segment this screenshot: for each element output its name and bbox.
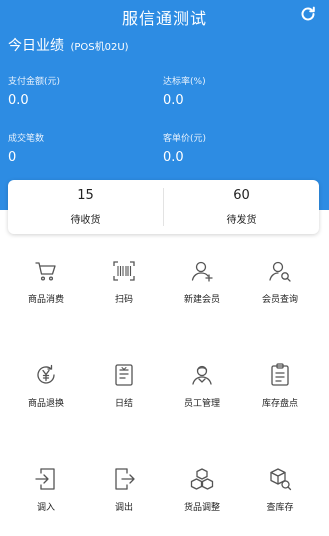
pending-ship-count: 60 <box>233 188 250 203</box>
member-search-icon <box>267 258 293 284</box>
pending-receive-label: 待收货 <box>70 215 101 226</box>
refresh-icon[interactable] <box>299 5 317 23</box>
add-member-icon <box>189 258 215 284</box>
tile-label: 货品调整 <box>183 503 220 513</box>
tile-label: 库存盘点 <box>261 399 298 409</box>
cart-icon <box>33 258 59 284</box>
metric-value-orders: 0 <box>8 150 17 165</box>
page-title: 服信通测试 <box>121 9 207 28</box>
metric-value-payment: 0.0 <box>8 93 29 108</box>
metric-value-avg-price: 0.0 <box>163 150 184 165</box>
tile-transfer-in[interactable]: 调入 <box>6 466 86 536</box>
metric-label-payment: 支付金额(元) <box>8 77 61 87</box>
tile-scan[interactable]: 扫码 <box>84 258 164 328</box>
tile-label: 查库存 <box>266 503 294 513</box>
tile-stock-search[interactable]: 查库存 <box>240 466 320 536</box>
tile-label: 日结 <box>114 399 133 409</box>
metric-label-orders: 成交笔数 <box>8 134 45 144</box>
pending-receive-count: 15 <box>77 188 94 203</box>
transfer-out-icon <box>111 466 137 492</box>
header-panel: 服信通测试 今日业绩 (POS机02U) 支付金额(元) 0.0 达标率(%) … <box>0 0 329 210</box>
today-performance: 今日业绩 (POS机02U) <box>8 35 129 55</box>
pending-ship-label: 待发货 <box>226 215 257 226</box>
tile-label: 新建会员 <box>183 295 220 305</box>
tile-label: 调出 <box>114 503 133 513</box>
tile-transfer-out[interactable]: 调出 <box>84 466 164 536</box>
transfer-in-icon <box>33 466 59 492</box>
tile-inventory-check[interactable]: 库存盘点 <box>240 362 320 432</box>
pending-card: 15 待收货 60 待发货 <box>8 180 319 234</box>
today-label: 今日业绩 <box>8 38 64 54</box>
yen-return-icon <box>33 362 59 388</box>
inventory-check-icon <box>267 362 293 388</box>
tile-label: 调入 <box>36 503 55 513</box>
goods-adjust-icon <box>189 466 215 492</box>
tile-label: 商品退换 <box>27 399 64 409</box>
tile-new-member[interactable]: 新建会员 <box>162 258 242 328</box>
tile-member-search[interactable]: 会员查询 <box>240 258 320 328</box>
staff-icon <box>189 362 215 388</box>
daily-settlement-icon <box>111 362 137 388</box>
tile-label: 会员查询 <box>261 295 298 305</box>
metric-value-target-rate: 0.0 <box>163 93 184 108</box>
tile-product-sale[interactable]: 商品消费 <box>6 258 86 328</box>
tile-daily-settlement[interactable]: 日结 <box>84 362 164 432</box>
tile-product-return[interactable]: 商品退换 <box>6 362 86 432</box>
tile-label: 商品消费 <box>27 295 64 305</box>
stock-search-icon <box>267 466 293 492</box>
tile-label: 扫码 <box>114 295 133 305</box>
barcode-scan-icon <box>111 258 137 284</box>
tile-goods-adjust[interactable]: 货品调整 <box>162 466 242 536</box>
pending-receive[interactable]: 15 待收货 <box>8 180 163 234</box>
tile-staff-management[interactable]: 员工管理 <box>162 362 242 432</box>
tile-label: 员工管理 <box>183 399 220 409</box>
metric-label-avg-price: 客单价(元) <box>163 134 207 144</box>
pos-label: (POS机02U) <box>70 42 129 53</box>
pending-ship[interactable]: 60 待发货 <box>164 180 319 234</box>
metric-label-target-rate: 达标率(%) <box>163 77 206 87</box>
